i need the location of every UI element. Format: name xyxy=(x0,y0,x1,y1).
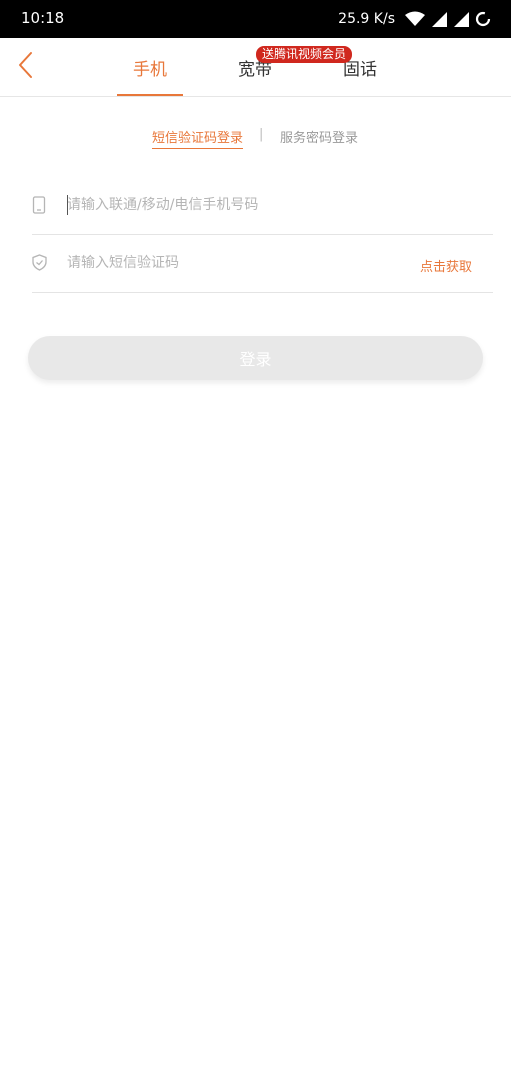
status-bar: 10:18 25.9 K/s xyxy=(0,0,511,38)
status-indicators: 25.9 K/s xyxy=(338,8,491,30)
wifi-icon xyxy=(405,11,425,27)
mode-divider: | xyxy=(259,127,264,142)
chevron-left-icon xyxy=(17,51,33,83)
signal-icon xyxy=(431,11,447,27)
top-nav: 手机 宽带 固话 xyxy=(0,38,511,97)
sms-login-mode[interactable]: 短信验证码登录 xyxy=(152,127,244,149)
phone-field-row xyxy=(32,176,493,235)
sms-code-input[interactable] xyxy=(67,252,427,274)
network-speed: 25.9 K/s xyxy=(338,11,395,27)
text-cursor xyxy=(67,195,68,215)
promo-badge: 送腾讯视频会员 xyxy=(256,46,353,63)
tab-phone[interactable]: 手机 xyxy=(110,38,190,96)
shield-check-icon xyxy=(32,254,48,272)
phone-input[interactable] xyxy=(67,194,427,216)
status-time: 10:18 xyxy=(21,9,65,27)
phone-icon xyxy=(32,196,48,214)
loading-icon xyxy=(475,11,491,27)
login-button[interactable]: 登录 xyxy=(28,336,483,380)
code-field-row: 点击获取 xyxy=(32,234,493,293)
back-button[interactable] xyxy=(10,50,40,84)
login-mode-switch: 短信验证码登录 | 服务密码登录 xyxy=(0,122,511,152)
active-tab-indicator xyxy=(117,94,183,96)
password-login-mode[interactable]: 服务密码登录 xyxy=(280,127,358,146)
signal-icon-secondary xyxy=(453,11,469,27)
get-code-button[interactable]: 点击获取 xyxy=(420,256,472,275)
